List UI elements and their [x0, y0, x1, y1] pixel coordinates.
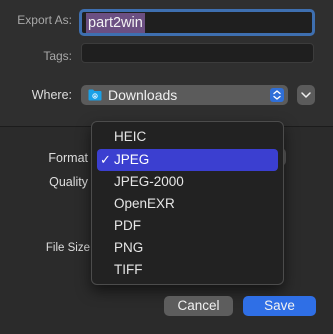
export-as-value: part2win [86, 13, 145, 33]
checkmark-icon: ✓ [100, 152, 111, 167]
expand-button[interactable] [297, 85, 315, 105]
export-dialog: Export As: part2win Tags: Where: Downloa… [0, 0, 333, 334]
chevron-updown-icon [270, 88, 284, 102]
export-as-field[interactable]: part2win [79, 9, 315, 36]
where-value: Downloads [108, 87, 178, 103]
format-label: Format [48, 151, 88, 165]
cancel-button[interactable]: Cancel [164, 296, 233, 316]
where-label: Where: [31, 88, 72, 102]
format-menu-item-png[interactable]: PNG [97, 237, 278, 259]
format-menu-item-pdf[interactable]: PDF [97, 215, 278, 237]
format-menu: HEIC ✓ JPEG JPEG-2000 OpenEXR PDF PNG TI… [91, 121, 284, 285]
where-popup[interactable]: Downloads [81, 85, 288, 105]
save-button[interactable]: Save [243, 296, 316, 316]
tags-label: Tags: [43, 49, 72, 63]
top-section: Export As: part2win Tags: Where: Downloa… [0, 0, 333, 126]
format-menu-item-heic[interactable]: HEIC [97, 126, 278, 148]
format-menu-item-openexr[interactable]: OpenEXR [97, 193, 278, 215]
file-size-label: File Size [45, 242, 90, 254]
export-as-label: Export As: [17, 13, 72, 27]
chevron-down-icon [301, 92, 311, 98]
format-menu-item-jpeg[interactable]: ✓ JPEG [97, 149, 278, 171]
format-menu-item-jpeg-2000[interactable]: JPEG-2000 [97, 171, 278, 193]
format-menu-item-tiff[interactable]: TIFF [97, 259, 278, 281]
tags-field[interactable] [81, 43, 314, 63]
quality-label: Quality [49, 175, 88, 189]
folder-icon [88, 89, 102, 101]
